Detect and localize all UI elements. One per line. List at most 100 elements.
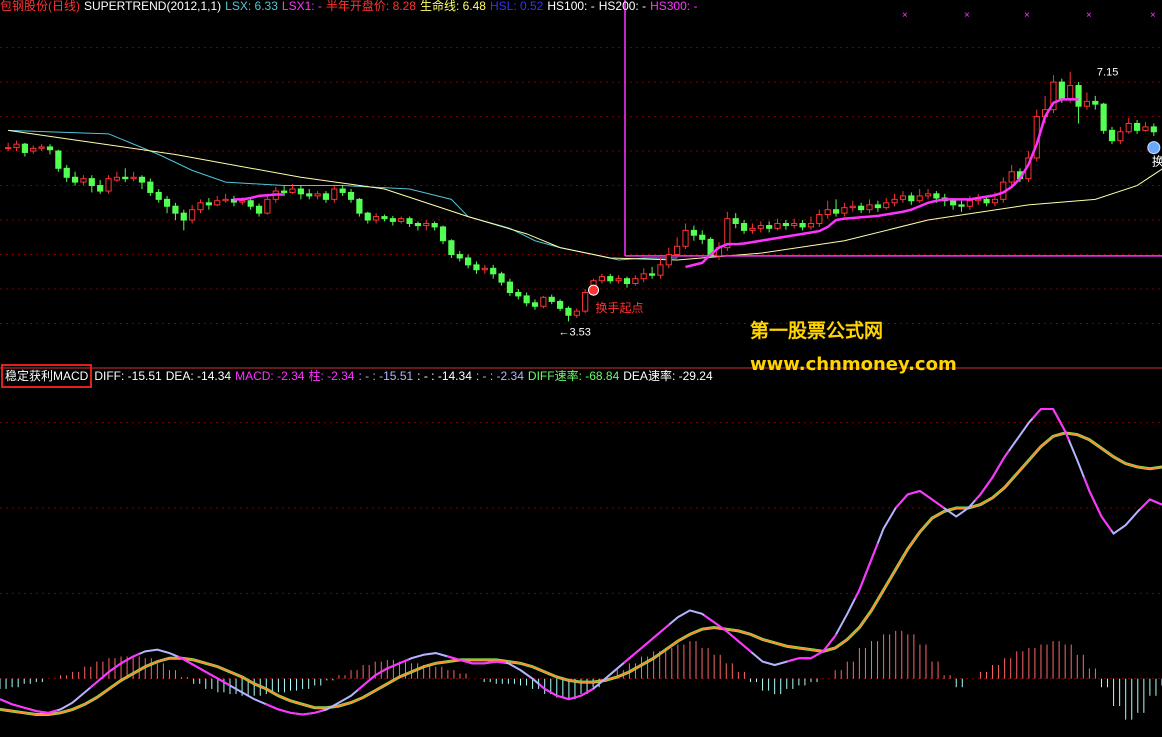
dea-line-glow bbox=[0, 431, 1162, 717]
macd-header-value-4: : - : -15.51 bbox=[358, 369, 414, 383]
candle-body-78 bbox=[657, 264, 664, 276]
candle-body-81 bbox=[682, 229, 689, 247]
candle-body-109 bbox=[916, 195, 923, 202]
candle-body-43 bbox=[364, 212, 371, 221]
candle-body-92 bbox=[774, 222, 781, 229]
candle-body-47 bbox=[398, 218, 405, 222]
candle-body-96 bbox=[807, 222, 815, 228]
candle-body-19 bbox=[163, 198, 171, 207]
candle-body-68 bbox=[573, 310, 580, 316]
watermark-url: www.chnmoney.com bbox=[750, 354, 957, 375]
candle-body-24 bbox=[205, 202, 212, 206]
candle-body-130 bbox=[1092, 100, 1099, 105]
candle-body-94 bbox=[791, 222, 798, 227]
macd-panel-header: 稳定获利MACD DIFF: -15.51 DEA: -14.34 MACD: -2.… bbox=[0, 364, 721, 388]
header-value-1: LSX1: - bbox=[281, 0, 322, 13]
candle-body-5 bbox=[46, 146, 54, 151]
candle-body-36 bbox=[306, 193, 313, 197]
candle-body-48 bbox=[406, 218, 413, 224]
candle-body-6 bbox=[55, 150, 62, 169]
candle-body-26 bbox=[222, 198, 229, 202]
candle-body-108 bbox=[908, 195, 915, 202]
candle-body-126 bbox=[1058, 81, 1065, 100]
candle-body-39 bbox=[331, 188, 338, 200]
candle-body-59 bbox=[498, 273, 505, 283]
candle-body-4 bbox=[38, 146, 45, 149]
candle-body-3 bbox=[30, 147, 37, 152]
candle-body-34 bbox=[289, 188, 296, 193]
header-value-6: HS200: - bbox=[598, 0, 647, 13]
candle-body-2 bbox=[21, 143, 28, 153]
candle-body-14 bbox=[122, 176, 129, 180]
header-values: LSX: 6.33 LSX1: - 半年开盘价: 8.28 生命线: 6.48 HSL:… bbox=[225, 0, 701, 13]
diff-line-base bbox=[0, 408, 1162, 716]
candle-body-87 bbox=[732, 218, 739, 224]
candle-body-71 bbox=[598, 276, 605, 282]
candle-body-69 bbox=[582, 291, 589, 312]
header-value-4: HSL: 0.52 bbox=[489, 0, 544, 13]
candle-body-53 bbox=[448, 240, 455, 256]
macd-panel bbox=[0, 408, 1162, 720]
macd-header-values: DIFF: -15.51 DEA: -14.34 MACD: -2.34 柱: -2.… bbox=[94, 369, 716, 383]
candle-body-99 bbox=[832, 209, 840, 214]
candle-body-135 bbox=[1134, 122, 1141, 131]
candle-body-98 bbox=[824, 209, 831, 216]
end-label: 换手和 bbox=[1152, 155, 1162, 169]
header-value-7: HS300: - bbox=[650, 0, 698, 13]
candle-body-76 bbox=[640, 273, 647, 280]
candle-body-17 bbox=[147, 181, 154, 193]
candle-body-134 bbox=[1125, 122, 1132, 133]
candle-body-11 bbox=[97, 185, 104, 192]
candle-body-111 bbox=[933, 193, 940, 199]
candle-body-60 bbox=[506, 281, 514, 293]
candle-body-30 bbox=[255, 205, 263, 214]
candle-body-116 bbox=[975, 198, 982, 202]
candle-body-40 bbox=[339, 188, 346, 193]
candle-body-133 bbox=[1117, 131, 1124, 142]
candle-body-50 bbox=[423, 222, 430, 227]
low-price-label: ←3.53 bbox=[558, 326, 590, 338]
candle-body-97 bbox=[816, 214, 823, 224]
supertrend-line-1 bbox=[685, 98, 1079, 269]
candle-body-38 bbox=[322, 193, 330, 200]
candle-body-58 bbox=[490, 267, 497, 275]
dea-line bbox=[0, 431, 1162, 716]
candle-body-21 bbox=[180, 212, 187, 221]
price-panel bbox=[5, 0, 1162, 322]
top-marker-1: × bbox=[964, 10, 970, 21]
candle-body-73 bbox=[615, 278, 622, 282]
macd-header-value-8: DEA速率: -29.24 bbox=[623, 369, 713, 383]
candle-body-12 bbox=[105, 178, 112, 192]
diff-line bbox=[0, 408, 1162, 716]
candle-body-82 bbox=[690, 229, 697, 236]
candle-body-65 bbox=[548, 296, 555, 302]
candle-body-46 bbox=[389, 218, 396, 222]
candle-body-51 bbox=[431, 222, 438, 228]
candle-body-42 bbox=[356, 198, 363, 214]
candle-body-95 bbox=[799, 222, 806, 228]
candle-body-93 bbox=[782, 222, 789, 227]
macd-header-value-2: MACD: -2.34 bbox=[235, 369, 305, 383]
candle-body-29 bbox=[247, 200, 254, 207]
candle-body-106 bbox=[891, 198, 898, 204]
candle-body-102 bbox=[858, 205, 865, 211]
candle-body-28 bbox=[239, 200, 246, 203]
candle-body-131 bbox=[1100, 103, 1107, 131]
candle-body-90 bbox=[757, 225, 764, 229]
candle-body-54 bbox=[456, 254, 463, 259]
candle-body-25 bbox=[214, 200, 221, 206]
candle-body-61 bbox=[515, 291, 522, 297]
macd-indicator-name[interactable]: 稳定获利MACD bbox=[0, 364, 93, 388]
candle-body-1 bbox=[13, 143, 20, 149]
candle-body-72 bbox=[607, 276, 614, 282]
candle-body-113 bbox=[950, 200, 957, 206]
candle-body-75 bbox=[632, 278, 639, 285]
candle-body-127 bbox=[1067, 85, 1074, 100]
candle-body-137 bbox=[1150, 126, 1157, 133]
candle-body-66 bbox=[557, 300, 564, 309]
top-marker-4: × bbox=[1150, 10, 1156, 21]
candle-body-105 bbox=[883, 202, 890, 209]
candle-body-41 bbox=[347, 191, 355, 200]
candle-body-16 bbox=[138, 176, 146, 183]
candle-body-115 bbox=[966, 200, 973, 207]
